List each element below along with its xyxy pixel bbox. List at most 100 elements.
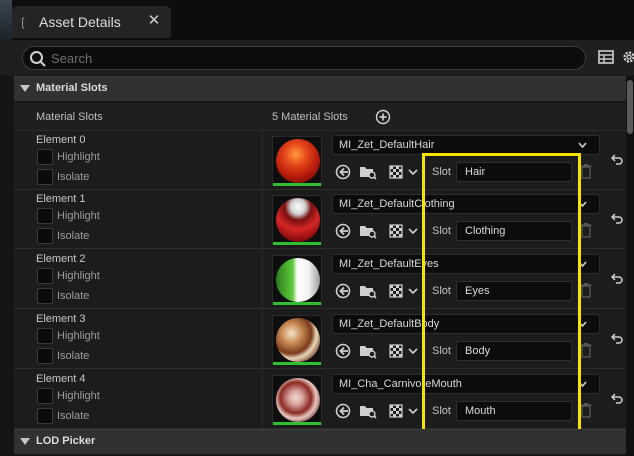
use-selected-asset-icon[interactable] bbox=[334, 403, 352, 419]
highlight-checkbox[interactable] bbox=[37, 268, 53, 284]
use-selected-asset-icon[interactable] bbox=[334, 223, 352, 239]
material-dropdown[interactable]: MI_Zet_DefaultEyes bbox=[332, 254, 600, 274]
material-name: MI_Zet_DefaultBody bbox=[339, 318, 440, 330]
trash-icon[interactable] bbox=[580, 402, 592, 418]
trash-icon[interactable] bbox=[580, 282, 592, 298]
chevron-down-icon bbox=[578, 142, 587, 148]
search-input[interactable] bbox=[51, 49, 571, 67]
valid-indicator bbox=[273, 183, 321, 186]
isolate-label: Isolate bbox=[57, 171, 90, 183]
options-chevron-icon[interactable] bbox=[407, 343, 419, 359]
browse-folder-icon[interactable] bbox=[359, 223, 377, 239]
reset-arrow-icon[interactable] bbox=[610, 152, 624, 166]
material-thumbnail[interactable] bbox=[272, 136, 322, 186]
element-label: Element 2 bbox=[36, 253, 86, 265]
options-chevron-icon[interactable] bbox=[407, 403, 419, 419]
options-chevron-icon[interactable] bbox=[407, 223, 419, 239]
scrollbar[interactable] bbox=[626, 76, 634, 456]
isolate-label: Isolate bbox=[57, 230, 90, 242]
chevron-down-icon bbox=[578, 321, 587, 327]
checker-pattern-icon[interactable] bbox=[388, 343, 406, 359]
section-lod-picker[interactable]: LOD Picker bbox=[14, 429, 634, 454]
scrollbar-thumb[interactable] bbox=[627, 80, 633, 134]
slot-name-field[interactable] bbox=[456, 162, 572, 182]
viewport-edge bbox=[0, 0, 12, 40]
gear-icon[interactable] bbox=[621, 49, 634, 65]
options-chevron-icon[interactable] bbox=[407, 164, 419, 180]
reset-arrow-icon[interactable] bbox=[610, 271, 624, 285]
material-dropdown[interactable]: MI_Zet_DefaultClothing bbox=[332, 194, 600, 214]
slot-name-field[interactable] bbox=[456, 281, 572, 301]
highlight-checkbox[interactable] bbox=[37, 328, 53, 344]
isolate-checkbox[interactable] bbox=[37, 348, 53, 364]
material-dropdown[interactable]: MI_Cha_CarnivoreMouth bbox=[332, 374, 600, 394]
chevron-down-icon bbox=[578, 201, 587, 207]
tab-bar: ❲ Asset Details ✕ bbox=[0, 0, 634, 40]
material-thumbnail[interactable] bbox=[272, 315, 322, 365]
trash-icon[interactable] bbox=[580, 163, 592, 179]
checker-pattern-icon[interactable] bbox=[388, 223, 406, 239]
material-slot-row: Element 2 Highlight Isolate MI_Zet_Defau… bbox=[14, 250, 626, 309]
highlight-checkbox[interactable] bbox=[37, 208, 53, 224]
trash-icon[interactable] bbox=[580, 222, 592, 238]
material-slot-row: Element 1 Highlight Isolate MI_Zet_Defau… bbox=[14, 190, 626, 249]
material-thumbnail[interactable] bbox=[272, 195, 322, 245]
section-material-slots[interactable]: Material Slots bbox=[14, 76, 634, 101]
browse-folder-icon[interactable] bbox=[359, 403, 377, 419]
slot-label: Slot bbox=[432, 405, 451, 417]
add-icon[interactable] bbox=[375, 109, 391, 125]
use-selected-asset-icon[interactable] bbox=[334, 343, 352, 359]
element-label: Element 0 bbox=[36, 134, 86, 146]
collapse-arrow-icon[interactable] bbox=[20, 85, 30, 92]
use-selected-asset-icon[interactable] bbox=[334, 283, 352, 299]
checker-pattern-icon[interactable] bbox=[388, 164, 406, 180]
isolate-label: Isolate bbox=[57, 290, 90, 302]
table-view-icon[interactable] bbox=[598, 50, 614, 64]
element-label: Element 4 bbox=[36, 373, 86, 385]
tab-title: Asset Details bbox=[39, 14, 121, 30]
material-name: MI_Zet_DefaultEyes bbox=[339, 258, 439, 270]
material-thumbnail[interactable] bbox=[272, 375, 322, 425]
material-name: MI_Zet_DefaultClothing bbox=[339, 198, 455, 210]
valid-indicator bbox=[273, 362, 321, 365]
slot-label: Slot bbox=[432, 225, 451, 237]
reset-arrow-icon[interactable] bbox=[610, 211, 624, 225]
reset-arrow-icon[interactable] bbox=[610, 331, 624, 345]
highlight-checkbox[interactable] bbox=[37, 388, 53, 404]
slot-label: Slot bbox=[432, 345, 451, 357]
tab-asset-details[interactable]: ❲ Asset Details ✕ bbox=[12, 6, 171, 38]
body-material-preview bbox=[276, 318, 320, 362]
trash-icon[interactable] bbox=[580, 342, 592, 358]
material-dropdown[interactable]: MI_Zet_DefaultBody bbox=[332, 314, 600, 334]
material-thumbnail[interactable] bbox=[272, 255, 322, 305]
reset-arrow-icon[interactable] bbox=[610, 391, 624, 405]
browse-folder-icon[interactable] bbox=[359, 343, 377, 359]
details-icon: ❲ bbox=[18, 15, 29, 29]
highlight-checkbox[interactable] bbox=[37, 149, 53, 165]
isolate-label: Isolate bbox=[57, 410, 90, 422]
checker-pattern-icon[interactable] bbox=[388, 283, 406, 299]
browse-folder-icon[interactable] bbox=[359, 283, 377, 299]
isolate-checkbox[interactable] bbox=[37, 169, 53, 185]
clothing-material-preview bbox=[276, 198, 320, 242]
material-slot-row: Element 4 Highlight Isolate MI_Cha_Carni… bbox=[14, 370, 626, 429]
element-label: Element 1 bbox=[36, 193, 86, 205]
slot-name-field[interactable] bbox=[456, 341, 572, 361]
isolate-checkbox[interactable] bbox=[37, 288, 53, 304]
collapse-arrow-icon[interactable] bbox=[20, 438, 30, 445]
highlight-label: Highlight bbox=[57, 390, 100, 402]
material-slot-row: Element 3 Highlight Isolate MI_Zet_Defau… bbox=[14, 310, 626, 369]
options-chevron-icon[interactable] bbox=[407, 283, 419, 299]
browse-folder-icon[interactable] bbox=[359, 164, 377, 180]
slot-name-field[interactable] bbox=[456, 401, 572, 421]
close-icon[interactable]: ✕ bbox=[146, 13, 162, 29]
element-label: Element 3 bbox=[36, 313, 86, 325]
material-dropdown[interactable]: MI_Zet_DefaultHair bbox=[332, 135, 600, 155]
isolate-checkbox[interactable] bbox=[37, 228, 53, 244]
isolate-checkbox[interactable] bbox=[37, 408, 53, 424]
chevron-down-icon bbox=[578, 261, 587, 267]
slot-name-field[interactable] bbox=[456, 221, 572, 241]
checker-pattern-icon[interactable] bbox=[388, 403, 406, 419]
search-box[interactable] bbox=[22, 46, 586, 70]
use-selected-asset-icon[interactable] bbox=[334, 164, 352, 180]
